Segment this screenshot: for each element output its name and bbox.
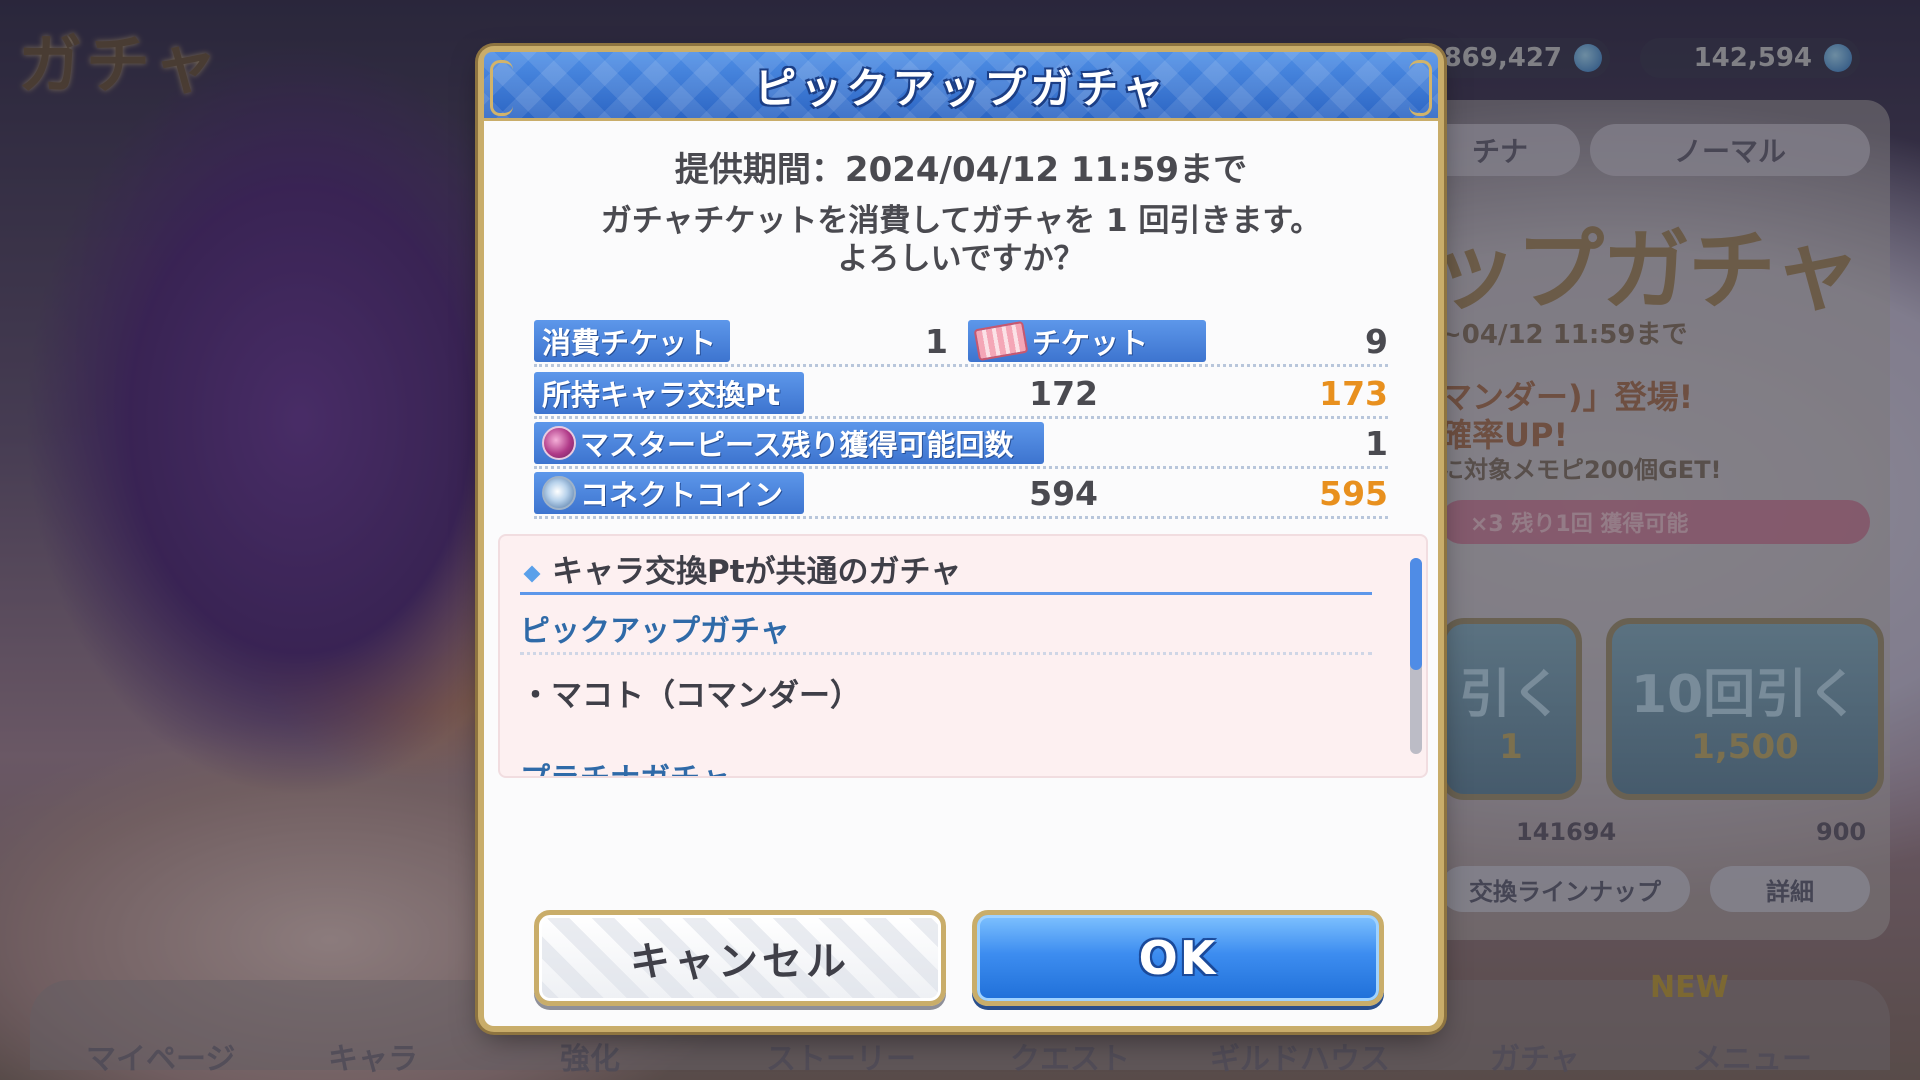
confirm-message: ガチャチケットを消費してガチャを 1 回引きます。 よろしいですか？	[484, 202, 1438, 278]
confirm-line: よろしいですか？	[837, 241, 1085, 277]
stat-row-exchange-pt: 所持キャラ交換Pt 172 173	[534, 372, 1388, 419]
connect-coin-before: 594	[1029, 473, 1098, 513]
masterpiece-icon	[542, 426, 576, 460]
corner-ornament-icon	[490, 60, 513, 116]
masterpiece-label-box: マスターピース残り獲得可能回数	[534, 422, 1044, 464]
shared-gacha-header-text: キャラ交換Ptが共通のガチャ	[552, 554, 962, 590]
corner-ornament-icon	[1409, 60, 1432, 116]
stat-row-masterpiece: マスターピース残り獲得可能回数 1	[534, 422, 1388, 469]
list-item: ・マコト（コマンダー）	[520, 678, 861, 714]
connect-coin-icon	[542, 476, 576, 510]
stat-row-connect-coin: コネクトコイン 594 595	[534, 472, 1388, 519]
ok-button-label: OK	[1138, 931, 1218, 985]
ticket-label: チケット	[1032, 326, 1149, 360]
ticket-value: 9	[1365, 321, 1388, 361]
stat-row-tickets: 消費チケット 1 チケット 9	[534, 320, 1388, 367]
gacha-section-title: プラチナガチャ	[520, 754, 730, 776]
exchange-pt-label: 所持キャラ交換Pt	[534, 372, 804, 414]
masterpiece-label: マスターピース残り獲得可能回数	[580, 428, 1014, 462]
scrollbar-thumb[interactable]	[1410, 558, 1422, 670]
confirm-line: ガチャチケットを消費してガチャを 1 回引きます。	[600, 203, 1322, 239]
ticket-icon	[973, 320, 1029, 362]
diamond-icon	[523, 565, 541, 583]
shared-gacha-list[interactable]: キャラ交換Ptが共通のガチャ ピックアップガチャ ・マコト（コマンダー） プラチ…	[498, 534, 1428, 778]
dialog-header: ピックアップガチャ	[484, 52, 1438, 121]
section-divider	[520, 652, 1372, 655]
offer-period: 提供期間：2024/04/12 11:59まで	[674, 150, 1248, 190]
ticket-label-box: チケット	[968, 320, 1206, 362]
exchange-pt-after: 173	[1319, 373, 1388, 413]
header-divider	[520, 592, 1372, 595]
shared-gacha-header: キャラ交換Ptが共通のガチャ	[520, 546, 961, 591]
connect-coin-label: コネクトコイン	[580, 478, 784, 512]
gacha-section-title: ピックアップガチャ	[520, 614, 790, 649]
ok-button[interactable]: OK	[972, 910, 1384, 1006]
cancel-button[interactable]: キャンセル	[534, 910, 946, 1006]
connect-coin-after: 595	[1319, 473, 1388, 513]
connect-coin-label-box: コネクトコイン	[534, 472, 804, 514]
dialog-title: ピックアップガチャ	[754, 63, 1168, 113]
consume-ticket-value: 1	[925, 321, 948, 361]
exchange-pt-before: 172	[1029, 373, 1098, 413]
masterpiece-value: 1	[1365, 423, 1388, 463]
cancel-button-label: キャンセル	[630, 939, 850, 985]
consume-ticket-label: 消費チケット	[534, 320, 730, 362]
gacha-confirm-dialog: ピックアップガチャ 提供期間：2024/04/12 11:59まで ガチャチケッ…	[484, 52, 1438, 1026]
